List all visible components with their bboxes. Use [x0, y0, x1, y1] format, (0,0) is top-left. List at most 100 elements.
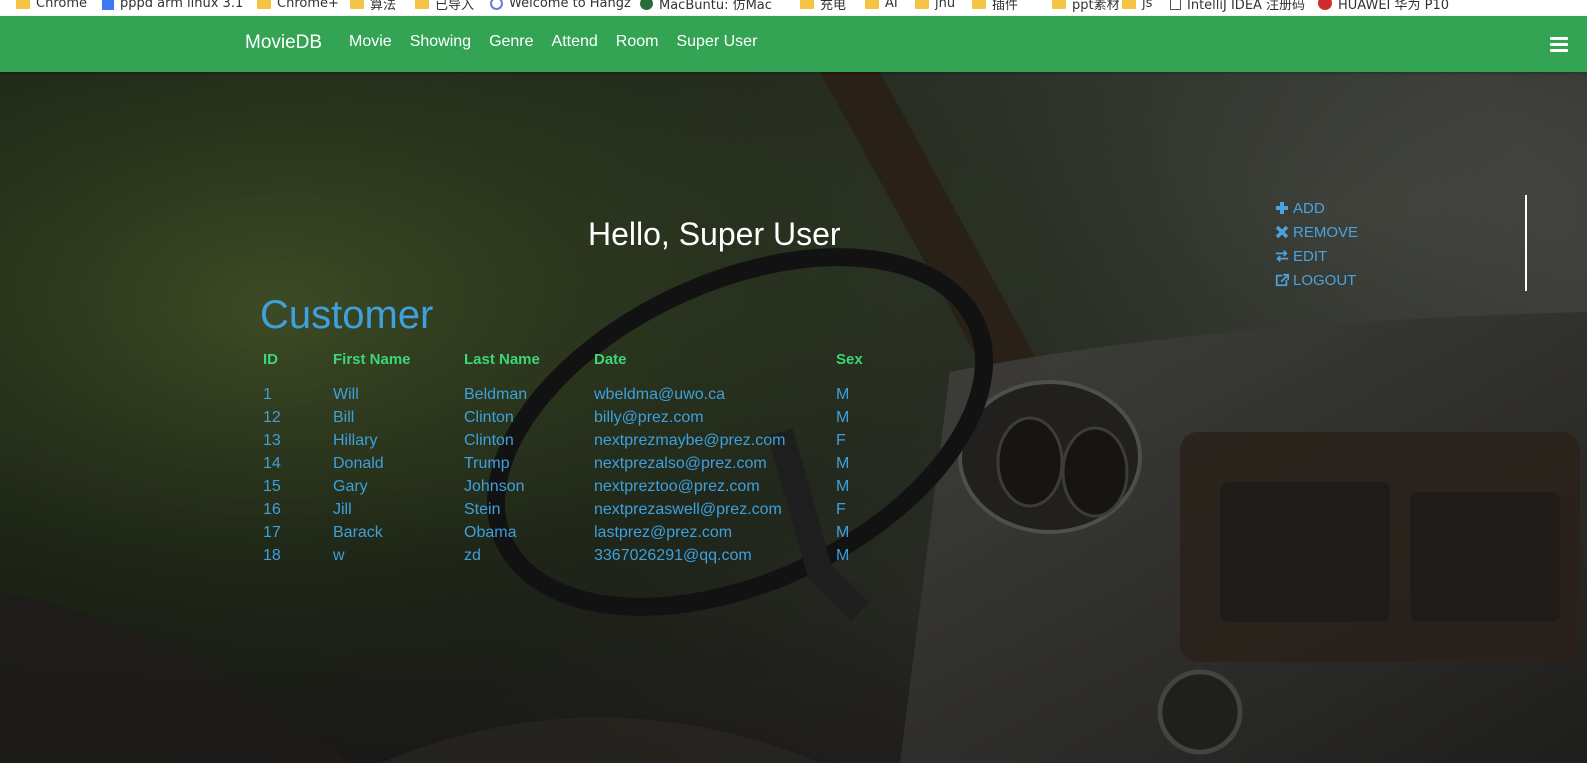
cell-id: 12: [263, 408, 281, 426]
cell-last-name: Stein: [464, 500, 501, 518]
cell-sex: M: [836, 546, 850, 564]
cell-id: 15: [263, 477, 281, 495]
cell-sex: F: [836, 500, 846, 518]
cell-first-name: Jill: [333, 500, 352, 518]
cell-sex: M: [836, 385, 850, 403]
folder-icon: [800, 0, 814, 9]
cell-date: nextprezaswell@prez.com: [594, 500, 782, 518]
column-header-last-name: Last Name: [464, 350, 540, 368]
column-header-id: ID: [263, 350, 278, 368]
cell-first-name: Donald: [333, 454, 384, 472]
cell-first-name: Barack: [333, 523, 383, 541]
cell-id: 13: [263, 431, 281, 449]
column-header-date: Date: [594, 350, 627, 368]
cell-id: 16: [263, 500, 281, 518]
remove-link[interactable]: REMOVE: [1275, 220, 1358, 244]
cell-first-name: Hillary: [333, 431, 378, 449]
table-row: 16 Jill Stein nextprezaswell@prez.com F: [263, 498, 876, 521]
bookmark-item[interactable]: Chrome: [16, 0, 87, 12]
cell-last-name: zd: [464, 546, 481, 564]
nav-links: Movie Showing Genre Attend Room Super Us…: [349, 33, 775, 51]
add-link[interactable]: ADD: [1275, 196, 1358, 220]
bookmark-item[interactable]: AI: [865, 0, 898, 12]
cell-last-name: Clinton: [464, 431, 514, 449]
cell-sex: M: [836, 408, 850, 426]
table-header-row: ID First Name Last Name Date Sex: [263, 349, 876, 369]
column-header-sex: Sex: [836, 350, 863, 368]
cell-first-name: Bill: [333, 408, 355, 426]
bookmark-item[interactable]: 插件: [972, 0, 1018, 13]
huawei-icon: [1318, 0, 1332, 10]
brand-logo[interactable]: MovieDB: [245, 32, 322, 54]
plus-icon: [1276, 202, 1288, 214]
logout-link[interactable]: LOGOUT: [1275, 268, 1358, 292]
bookmark-item[interactable]: 充电: [800, 0, 846, 13]
nav-link-room[interactable]: Room: [616, 33, 659, 51]
doc-icon: [102, 0, 114, 10]
cell-date: 3367026291@qq.com: [594, 546, 752, 564]
table-row: 15 Gary Johnson nextpreztoo@prez.com M: [263, 475, 876, 498]
edit-link[interactable]: EDIT: [1275, 244, 1358, 268]
cell-last-name: Clinton: [464, 408, 514, 426]
cell-sex: M: [836, 477, 850, 495]
hamburger-bar: [1550, 37, 1568, 40]
folder-icon: [1122, 0, 1136, 9]
folder-icon: [865, 0, 879, 9]
folder-icon: [415, 0, 429, 9]
bookmark-item[interactable]: Chrome+: [257, 0, 339, 12]
section-title: Customer: [260, 293, 434, 337]
cell-first-name: w: [333, 546, 345, 564]
mac-icon: [640, 0, 653, 10]
nav-link-attend[interactable]: Attend: [552, 33, 598, 51]
cell-date: lastprez@prez.com: [594, 523, 733, 541]
exchange-icon: [1275, 250, 1289, 262]
spacer-cell: [263, 369, 876, 383]
table-spacer: [263, 369, 876, 383]
folder-icon: [350, 0, 364, 9]
cell-date: billy@prez.com: [594, 408, 704, 426]
column-header-first-name: First Name: [333, 350, 411, 368]
folder-icon: [257, 0, 271, 9]
cell-id: 14: [263, 454, 281, 472]
cell-date: nextprezmaybe@prez.com: [594, 431, 786, 449]
cell-sex: F: [836, 431, 846, 449]
table-row: 12 Bill Clinton billy@prez.com M: [263, 406, 876, 429]
table-row: 13 Hillary Clinton nextprezmaybe@prez.co…: [263, 429, 876, 452]
bookmark-item[interactable]: IntelliJ IDEA 注册码: [1170, 0, 1305, 13]
bookmark-item[interactable]: js: [1122, 0, 1152, 12]
table-row: 17 Barack Obama lastprez@prez.com M: [263, 521, 876, 544]
bookmark-item[interactable]: jnu: [915, 0, 955, 12]
nav-link-showing[interactable]: Showing: [410, 33, 471, 51]
table-row: 1 Will Beldman wbeldma@uwo.ca M: [263, 383, 876, 406]
cell-sex: M: [836, 454, 850, 472]
bookmark-item[interactable]: 算法: [350, 0, 396, 13]
bookmark-item[interactable]: HUAWEI 华为 P10: [1318, 0, 1449, 13]
bookmark-item[interactable]: MacBuntu: 仿Mac: [640, 0, 772, 13]
nav-link-movie[interactable]: Movie: [349, 33, 392, 51]
bookmark-item[interactable]: pppd arm linux 3.1: [102, 0, 243, 12]
cell-first-name: Gary: [333, 477, 368, 495]
cell-date: nextpreztoo@prez.com: [594, 477, 760, 495]
cell-id: 18: [263, 546, 281, 564]
bookmark-item[interactable]: Welcome to Hangz: [490, 0, 631, 12]
folder-icon: [16, 0, 30, 9]
side-action-menu: ADD REMOVE EDIT LOGOUT: [1275, 196, 1358, 292]
cell-date: wbeldma@uwo.ca: [594, 385, 725, 403]
nav-link-genre[interactable]: Genre: [489, 33, 533, 51]
times-icon: [1275, 225, 1289, 239]
bookmarks-bar: Chrome pppd arm linux 3.1 Chrome+ 算法 已导入…: [0, 0, 1587, 16]
greeting-heading: Hello, Super User: [588, 216, 841, 252]
top-navbar: MovieDB Movie Showing Genre Attend Room …: [0, 16, 1587, 72]
table-row: 14 Donald Trump nextprezalso@prez.com M: [263, 452, 876, 475]
folder-icon: [972, 0, 986, 9]
bookmark-item[interactable]: 已导入: [415, 0, 474, 13]
cell-last-name: Obama: [464, 523, 517, 541]
hamburger-bar: [1550, 49, 1568, 52]
cell-id: 1: [263, 385, 272, 403]
table-row: 18 w zd 3367026291@qq.com M: [263, 544, 876, 567]
bookmark-item[interactable]: ppt素材: [1052, 0, 1120, 13]
nav-link-super-user[interactable]: Super User: [676, 33, 757, 51]
external-link-icon: [1275, 273, 1289, 287]
hamburger-menu-icon[interactable]: [1550, 37, 1568, 53]
cell-last-name: Beldman: [464, 385, 528, 403]
